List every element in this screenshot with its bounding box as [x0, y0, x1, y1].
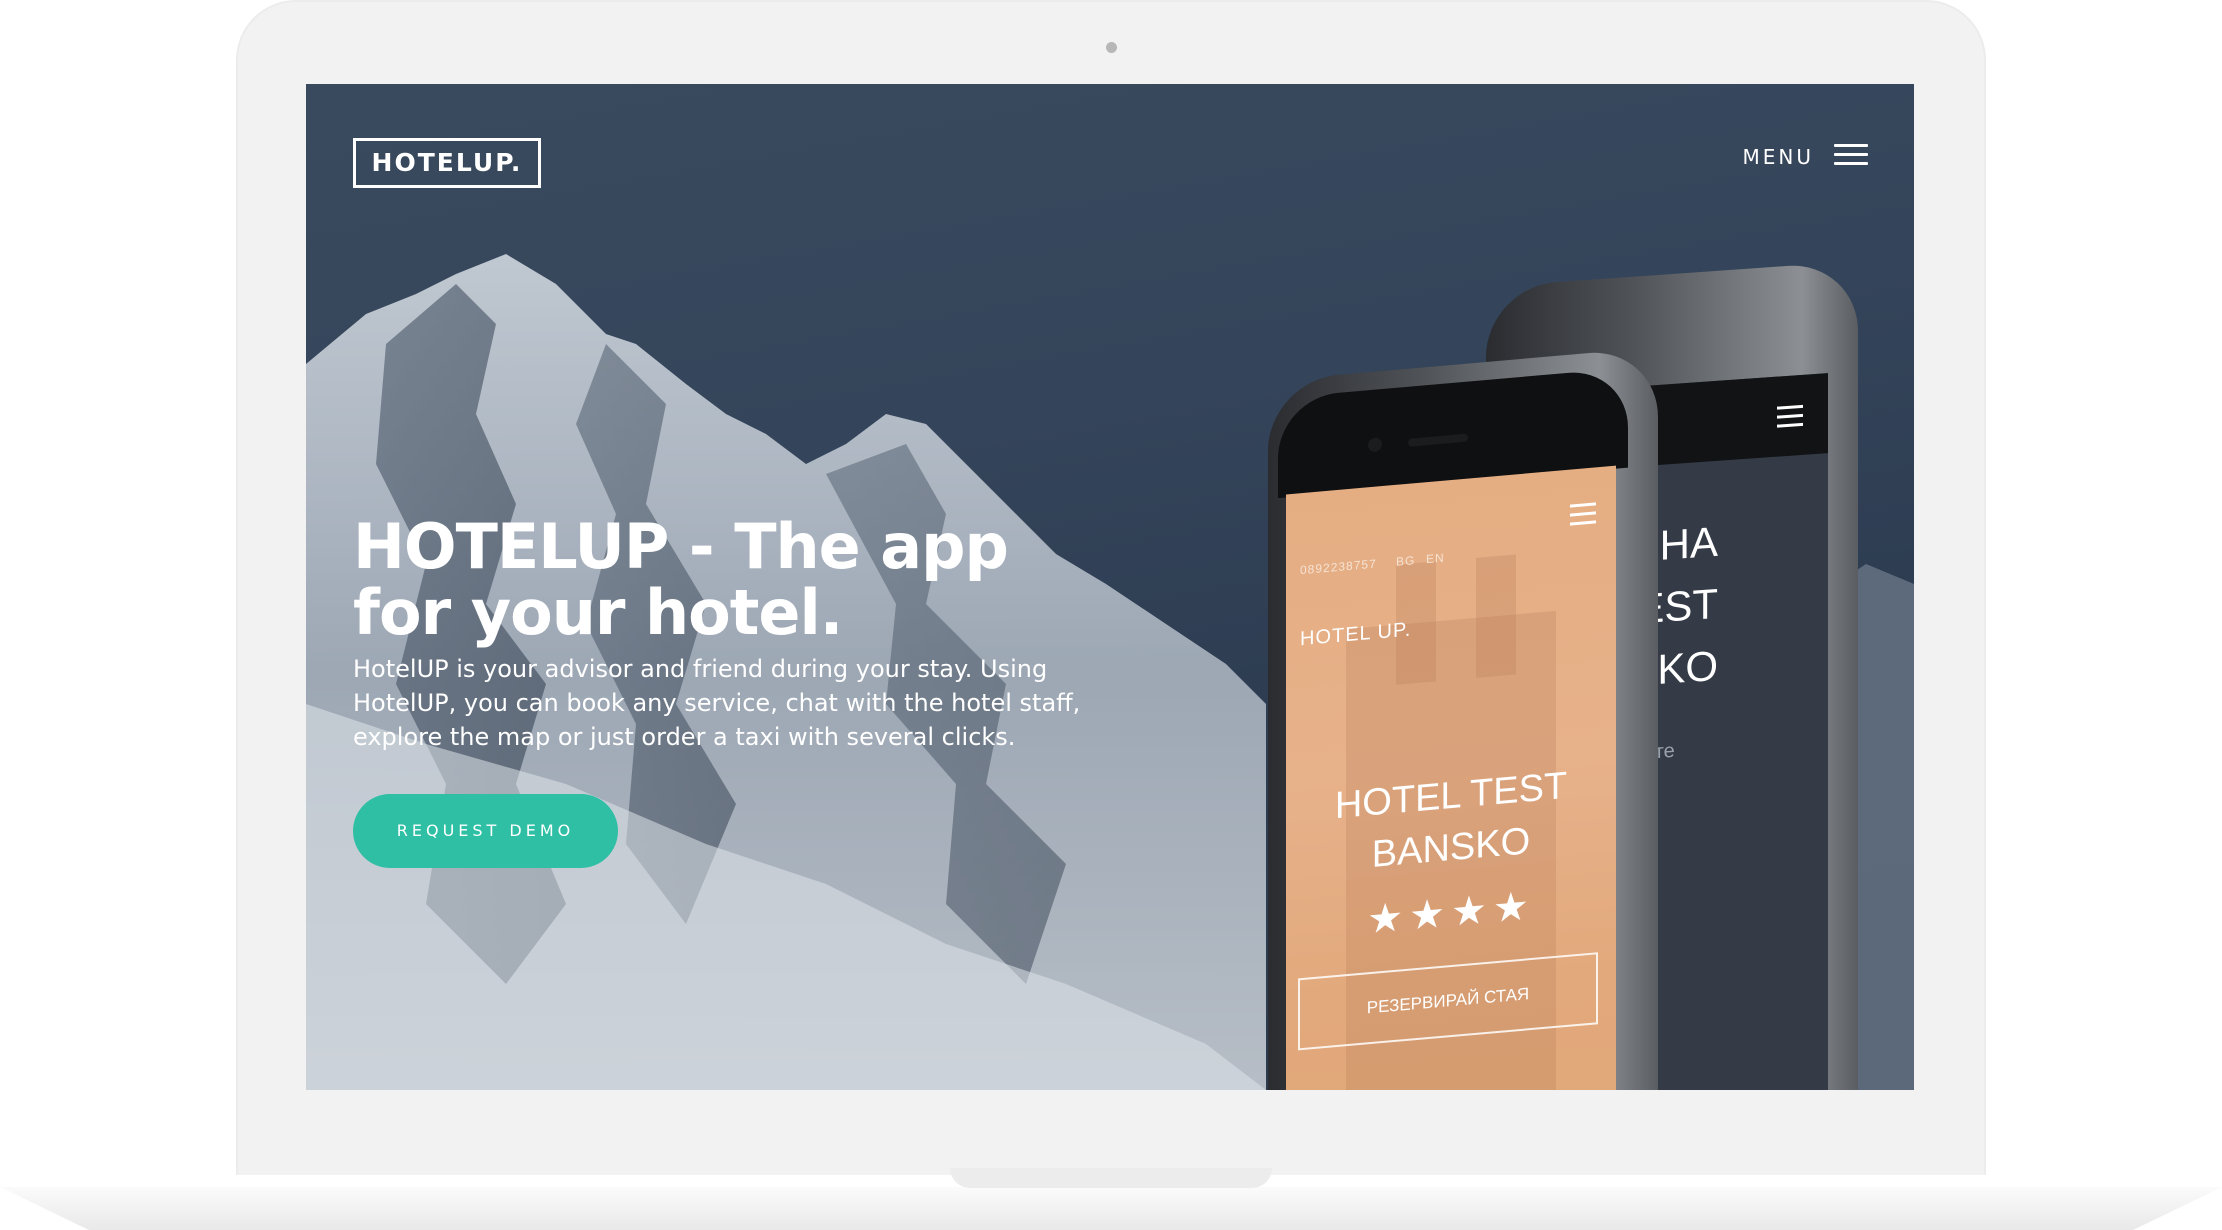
hotel-tower-image	[1476, 554, 1516, 678]
hero-title: HOTELUP - The app for your hotel.	[353, 510, 1009, 649]
hero-description: HotelUP is your advisor and friend durin…	[353, 655, 1081, 751]
hamburger-icon	[1834, 144, 1868, 170]
phone-number: 0892238757	[1300, 556, 1377, 578]
hamburger-icon	[1570, 502, 1596, 531]
camera-icon	[1106, 42, 1117, 53]
lang-bg: BG	[1396, 553, 1416, 569]
phone-front-screen: 0892238757 BG EN HOTEL UP. HOTEL TEST BA…	[1286, 465, 1616, 1090]
laptop-screen: HOTELUP. MENU HOTELUP - The app for your…	[306, 84, 1914, 1090]
request-demo-button[interactable]: REQUEST DEMO	[353, 794, 618, 868]
hamburger-icon	[1777, 404, 1803, 434]
lang-en: EN	[1426, 550, 1445, 567]
hotel-name: HOTEL TEST BANSKO	[1334, 764, 1568, 876]
phone-mockup-front: 0892238757 BG EN HOTEL UP. HOTEL TEST BA…	[1268, 346, 1658, 1090]
site-logo[interactable]: HOTELUP.	[353, 138, 541, 188]
menu-label: MENU	[1742, 145, 1814, 169]
hero-section: HOTELUP - The app for your hotel. HotelU…	[353, 514, 1113, 868]
menu-button[interactable]: MENU	[1742, 144, 1868, 170]
laptop-notch	[950, 1168, 1272, 1188]
laptop-base	[0, 1187, 2222, 1230]
